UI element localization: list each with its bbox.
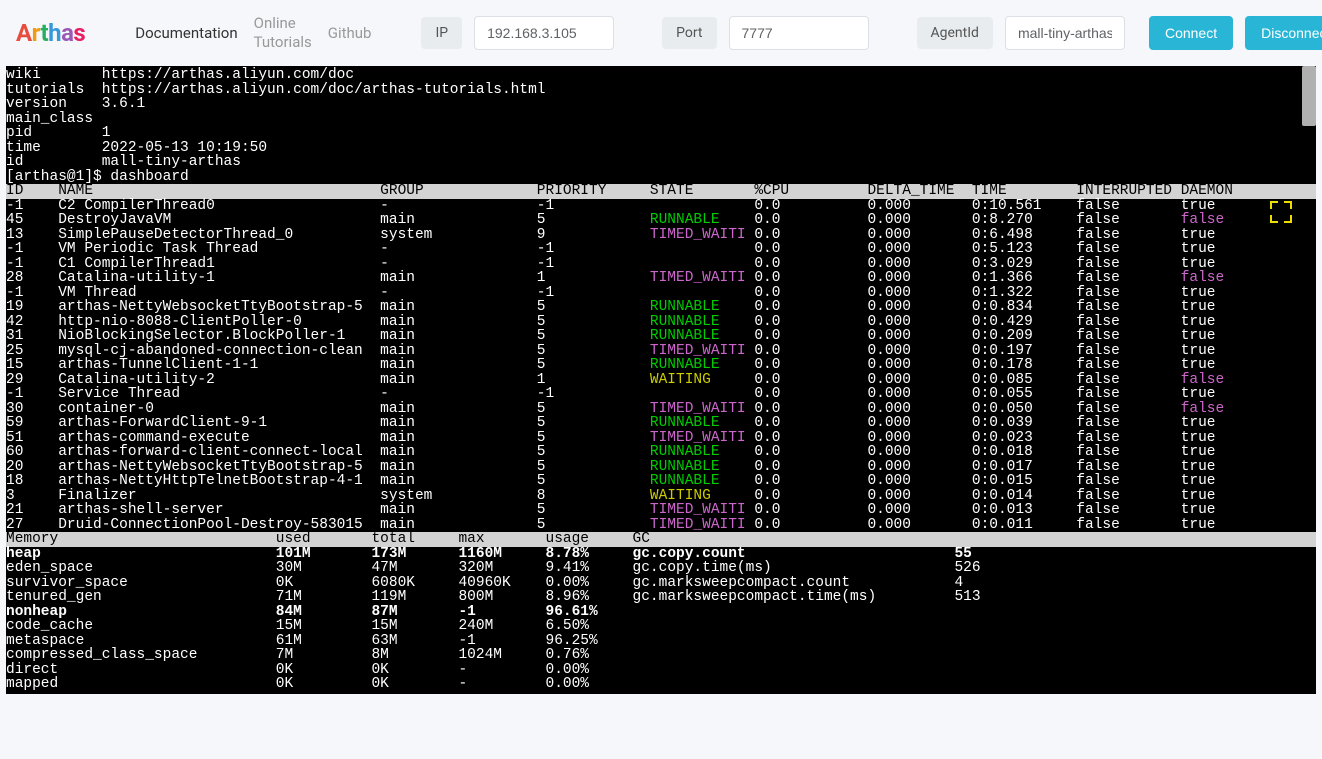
thread-row: -1 VM Periodic Task Thread - -1 0.0 0.00… — [6, 242, 1316, 257]
memory-row: nonheap 84M 87M -1 96.61% — [6, 605, 1316, 620]
agentid-label: AgentId — [917, 17, 993, 49]
info-row: version 3.6.1 — [6, 97, 1316, 112]
logo: Arthas — [16, 19, 85, 47]
thread-row: 29 Catalina-utility-2 main 1 WAITING 0.0… — [6, 373, 1316, 388]
thread-row: 19 arthas-NettyWebsocketTtyBootstrap-5 m… — [6, 300, 1316, 315]
thread-row: 45 DestroyJavaVM main 5 RUNNABLE 0.0 0.0… — [6, 213, 1316, 228]
ip-input[interactable] — [474, 16, 614, 50]
thread-row: -1 VM Thread - -1 0.0 0.000 0:1.322 fals… — [6, 286, 1316, 301]
info-row: id mall-tiny-arthas — [6, 155, 1316, 170]
thread-row: -1 C1 CompilerThread1 - -1 0.0 0.000 0:3… — [6, 257, 1316, 272]
thread-row: 27 Druid-ConnectionPool-Destroy-583015 m… — [6, 518, 1316, 533]
info-row: tutorials https://arthas.aliyun.com/doc/… — [6, 83, 1316, 98]
thread-row: 42 http-nio-8088-ClientPoller-0 main 5 R… — [6, 315, 1316, 330]
thread-row: 20 arthas-NettyWebsocketTtyBootstrap-5 m… — [6, 460, 1316, 475]
disconnect-button[interactable]: Disconnect — [1245, 16, 1322, 50]
info-row: time 2022-05-13 10:19:50 — [6, 141, 1316, 156]
memory-row: eden_space 30M 47M 320M 9.41% gc.copy.ti… — [6, 561, 1316, 576]
info-row: wiki https://arthas.aliyun.com/doc — [6, 68, 1316, 83]
thread-row: 15 arthas-TunnelClient-1-1 main 5 RUNNAB… — [6, 358, 1316, 373]
memory-row: compressed_class_space 7M 8M 1024M 0.76% — [6, 648, 1316, 663]
port-input[interactable] — [729, 16, 869, 50]
thread-row: 3 Finalizer system 8 WAITING 0.0 0.000 0… — [6, 489, 1316, 504]
prompt-line: [arthas@1]$ dashboard — [6, 170, 1316, 185]
thread-row: 28 Catalina-utility-1 main 1 TIMED_WAITI… — [6, 271, 1316, 286]
nav-github[interactable]: Github — [326, 20, 374, 46]
thread-row: 21 arthas-shell-server main 5 TIMED_WAIT… — [6, 503, 1316, 518]
terminal[interactable]: wiki https://arthas.aliyun.com/doctutori… — [6, 66, 1316, 694]
memory-header: Memory used total max usage GC — [6, 532, 1316, 547]
memory-row: mapped 0K 0K - 0.00% — [6, 677, 1316, 692]
info-row: pid 1 — [6, 126, 1316, 141]
memory-row: code_cache 15M 15M 240M 6.50% — [6, 619, 1316, 634]
thread-row: -1 Service Thread - -1 0.0 0.000 0:0.055… — [6, 387, 1316, 402]
thread-row: 59 arthas-ForwardClient-9-1 main 5 RUNNA… — [6, 416, 1316, 431]
memory-row: metaspace 61M 63M -1 96.25% — [6, 634, 1316, 649]
nav-online-tutorials[interactable]: Online Tutorials — [252, 10, 314, 57]
thread-row: 18 arthas-NettyHttpTelnetBootstrap-4-1 m… — [6, 474, 1316, 489]
thread-row: 51 arthas-command-execute main 5 TIMED_W… — [6, 431, 1316, 446]
port-label: Port — [662, 17, 716, 49]
nav-documentation[interactable]: Documentation — [133, 20, 239, 46]
scrollbar-thumb[interactable] — [1302, 66, 1316, 126]
ip-label: IP — [421, 17, 462, 49]
thread-row: 30 container-0 main 5 TIMED_WAITI 0.0 0.… — [6, 402, 1316, 417]
memory-row: heap 101M 173M 1160M 8.78% gc.copy.count… — [6, 547, 1316, 562]
header-bar: Arthas Documentation Online Tutorials Gi… — [0, 0, 1322, 66]
connect-button[interactable]: Connect — [1149, 16, 1233, 50]
thread-row: 31 NioBlockingSelector.BlockPoller-1 mai… — [6, 329, 1316, 344]
agentid-input[interactable] — [1005, 16, 1125, 50]
memory-row: direct 0K 0K - 0.00% — [6, 663, 1316, 678]
info-row: main_class — [6, 112, 1316, 127]
memory-row: tenured_gen 71M 119M 800M 8.96% gc.marks… — [6, 590, 1316, 605]
thread-row: 25 mysql-cj-abandoned-connection-clean m… — [6, 344, 1316, 359]
memory-row: survivor_space 0K 6080K 40960K 0.00% gc.… — [6, 576, 1316, 591]
thread-row: 60 arthas-forward-client-connect-local m… — [6, 445, 1316, 460]
thread-row: 13 SimplePauseDetectorThread_0 system 9 … — [6, 228, 1316, 243]
thread-header: ID NAME GROUP PRIORITY STATE %CPU DELTA_… — [6, 184, 1316, 199]
thread-row: -1 C2 CompilerThread0 - -1 0.0 0.000 0:1… — [6, 199, 1316, 214]
fullscreen-icon[interactable] — [1270, 201, 1292, 223]
